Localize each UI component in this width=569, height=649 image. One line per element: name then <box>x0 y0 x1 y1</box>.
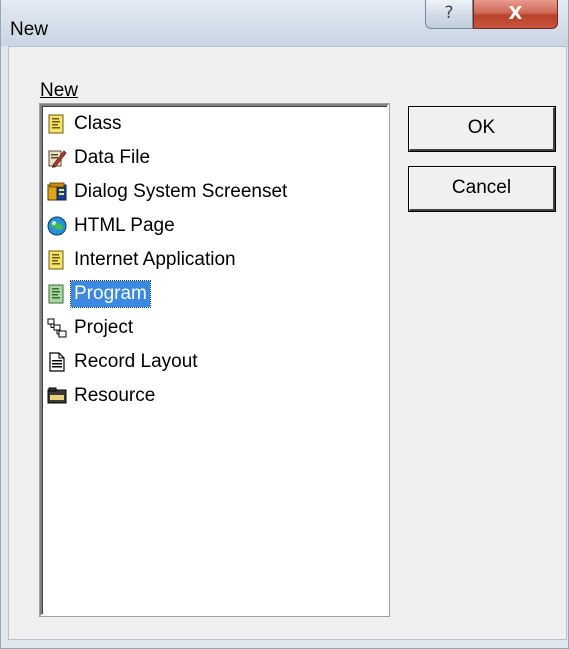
list-item-label: Internet Application <box>74 249 236 270</box>
list-item-resource[interactable]: Resource <box>47 382 158 410</box>
list-item-label: Resource <box>74 385 156 406</box>
dialog-client-area: New Class Data File Dialog System Screen… <box>8 46 567 640</box>
resource-folder-icon <box>47 386 67 406</box>
internet-application-document-icon <box>47 250 67 270</box>
question-mark-icon: ? <box>444 3 454 23</box>
list-item-label: Class <box>74 113 122 134</box>
listbox-inner: Class Data File Dialog System Screenset … <box>42 106 387 614</box>
title-bar[interactable]: New ? X <box>1 0 568 46</box>
list-item-class[interactable]: Class <box>47 110 125 138</box>
dialog-system-screenset-icon <box>47 182 67 202</box>
list-item-html-page[interactable]: HTML Page <box>47 212 178 240</box>
data-file-pencil-icon <box>47 148 67 168</box>
list-item-program[interactable]: Program <box>47 280 151 308</box>
list-item-label: HTML Page <box>74 215 175 236</box>
project-tree-icon <box>47 318 67 338</box>
cancel-button[interactable]: Cancel <box>408 166 556 212</box>
new-item-listbox[interactable]: Class Data File Dialog System Screenset … <box>39 103 390 617</box>
list-item-record-layout[interactable]: Record Layout <box>47 348 201 376</box>
window-title: New <box>10 19 49 40</box>
help-button[interactable]: ? <box>425 0 473 29</box>
list-item-dialog-system-screenset[interactable]: Dialog System Screenset <box>47 178 290 206</box>
list-label: New <box>40 80 78 102</box>
class-document-icon <box>47 114 67 134</box>
list-item-label: Dialog System Screenset <box>74 181 288 202</box>
list-item-internet-application[interactable]: Internet Application <box>47 246 239 274</box>
list-item-label: Project <box>74 317 134 338</box>
list-item-data-file[interactable]: Data File <box>47 144 153 172</box>
program-document-icon <box>47 284 67 304</box>
record-layout-document-icon <box>47 352 67 372</box>
new-dialog-window: New ? X New Class Data File Dialog Syste… <box>0 0 569 649</box>
list-label-text: New <box>40 80 79 101</box>
close-icon: X <box>508 3 523 24</box>
close-button[interactable]: X <box>473 0 558 29</box>
list-item-label: Record Layout <box>74 351 198 372</box>
list-item-label: Data File <box>74 147 151 168</box>
html-page-globe-icon <box>47 216 67 236</box>
ok-button[interactable]: OK <box>408 106 556 152</box>
list-item-label: Program <box>70 280 151 308</box>
list-item-project[interactable]: Project <box>47 314 136 342</box>
